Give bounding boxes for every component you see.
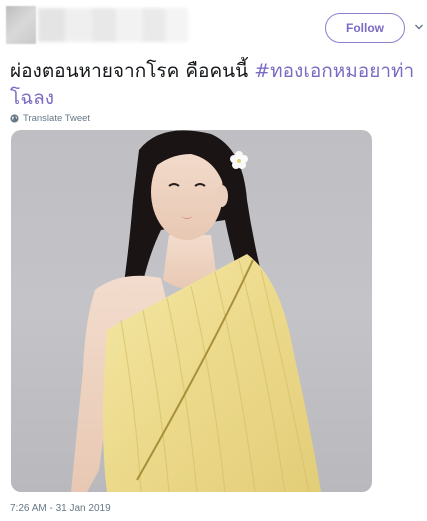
avatar[interactable] (6, 6, 36, 44)
tweet-text: ผ่องตอนหายจากโรค คือคนนี้ #ทองเอกหมอยาท่… (10, 58, 422, 112)
translate-tweet-link[interactable]: Translate Tweet (10, 111, 90, 125)
translate-label: Translate Tweet (23, 112, 91, 124)
globe-icon (10, 113, 19, 123)
author-name-redacted[interactable] (38, 8, 188, 42)
tweet-text-main: ผ่องตอนหายจากโรค คือคนนี้ (10, 60, 255, 82)
follow-button[interactable]: Follow (325, 13, 405, 43)
tweet-header: Follow (0, 0, 427, 52)
tweet-photo[interactable] (11, 130, 372, 492)
tweet-timestamp[interactable]: 7:26 AM - 31 Jan 2019 (10, 503, 111, 514)
photo-illustration (71, 130, 321, 492)
chevron-down-icon[interactable] (414, 22, 424, 32)
